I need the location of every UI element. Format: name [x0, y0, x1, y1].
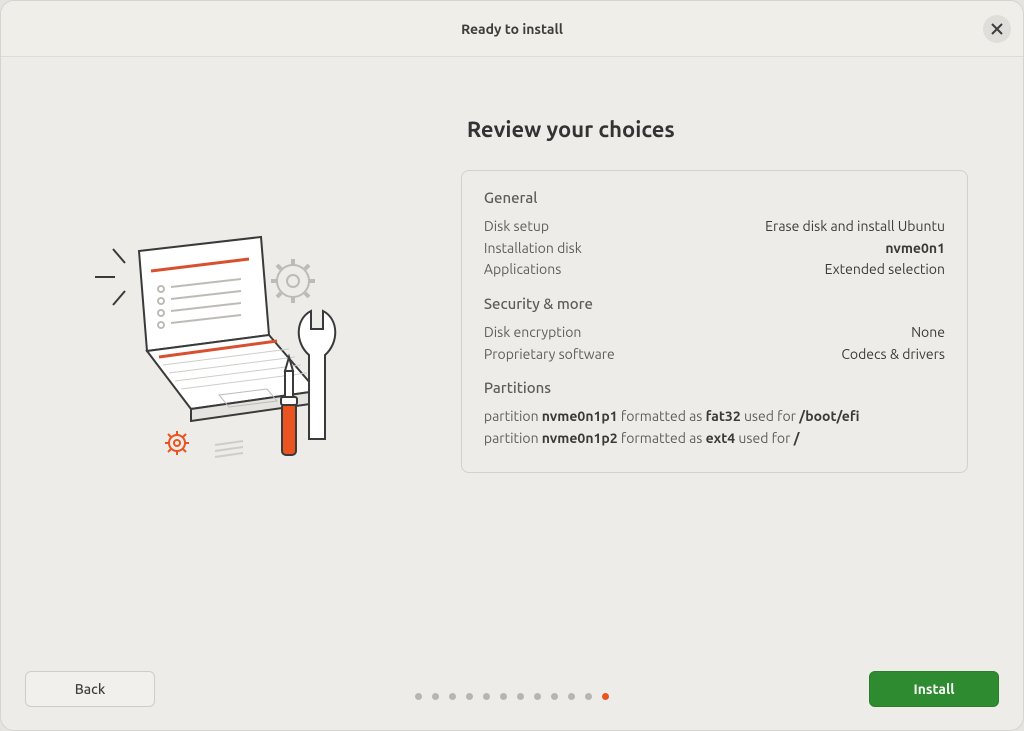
- section-title-general: General: [484, 189, 945, 206]
- titlebar: Ready to install: [1, 1, 1023, 57]
- button-label: Back: [75, 681, 106, 697]
- partition-line: partition nvme0n1p2 formatted as ext4 us…: [484, 428, 945, 450]
- summary-card: General Disk setup Erase disk and instal…: [461, 170, 968, 473]
- row-proprietary-software: Proprietary software Codecs & drivers: [484, 344, 945, 366]
- label: Proprietary software: [484, 344, 615, 366]
- row-disk-setup: Disk setup Erase disk and install Ubuntu: [484, 216, 945, 238]
- partition-line: partition nvme0n1p1 formatted as fat32 u…: [484, 406, 945, 428]
- label: Applications: [484, 259, 561, 281]
- close-icon: [991, 23, 1003, 35]
- page-heading: Review your choices: [467, 117, 968, 142]
- window-title: Ready to install: [461, 21, 563, 37]
- value: Extended selection: [825, 259, 945, 281]
- section-title-security: Security & more: [484, 295, 945, 312]
- footer: Back Install: [1, 648, 1023, 730]
- label: Installation disk: [484, 238, 582, 260]
- summary-pane: Review your choices General Disk setup E…: [461, 57, 1023, 648]
- section-title-partitions: Partitions: [484, 379, 945, 396]
- back-button[interactable]: Back: [25, 671, 155, 707]
- content-area: Review your choices General Disk setup E…: [1, 57, 1023, 648]
- value: None: [911, 322, 945, 344]
- button-label: Install: [914, 681, 955, 697]
- installer-window: Ready to install: [0, 0, 1024, 731]
- row-disk-encryption: Disk encryption None: [484, 322, 945, 344]
- laptop-tools-illustration: [91, 223, 371, 483]
- close-button[interactable]: [983, 15, 1011, 43]
- row-installation-disk: Installation disk nvme0n1: [484, 238, 945, 260]
- label: Disk encryption: [484, 322, 582, 344]
- value: Codecs & drivers: [841, 344, 945, 366]
- install-button[interactable]: Install: [869, 671, 999, 707]
- value: nvme0n1: [885, 238, 945, 260]
- row-applications: Applications Extended selection: [484, 259, 945, 281]
- label: Disk setup: [484, 216, 549, 238]
- illustration-pane: [1, 57, 461, 648]
- value: Erase disk and install Ubuntu: [765, 216, 945, 238]
